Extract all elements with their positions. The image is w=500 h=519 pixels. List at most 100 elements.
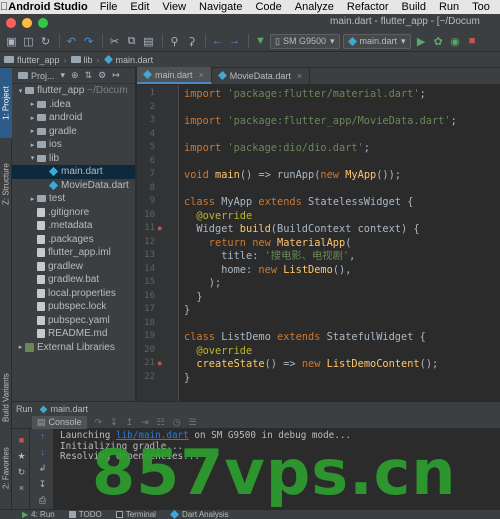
tree-item[interactable]: pubspec.yaml (12, 314, 135, 328)
stop-icon[interactable]: ■ (465, 34, 480, 49)
print-icon[interactable]: ⎙ (37, 495, 48, 506)
chevron-right-icon[interactable]: ▸ (16, 343, 25, 351)
override-gutter-icon[interactable]: ● (157, 358, 162, 368)
override-gutter-icon[interactable]: ● (157, 223, 162, 233)
step-over-icon[interactable]: ↷ (95, 417, 103, 428)
scroll-to-end-icon[interactable]: ↧ (37, 479, 48, 490)
breadcrumb-item-lib[interactable]: lib › (70, 55, 100, 65)
tree-item[interactable]: MovieData.dart (12, 179, 135, 193)
run-icon[interactable]: ▶ (414, 34, 429, 49)
debug-icon[interactable]: ✿ (431, 34, 446, 49)
soft-wrap-icon[interactable]: ↲ (37, 463, 48, 474)
paste-icon[interactable]: ▤ (141, 34, 156, 49)
chevron-down-icon[interactable]: ▾ (61, 70, 66, 81)
tree-item[interactable]: gradlew (12, 260, 135, 274)
tab-todo[interactable]: TODO (68, 510, 102, 519)
menu-navigate[interactable]: Navigate (199, 1, 242, 13)
find-icon[interactable]: ⚲ (167, 34, 182, 49)
coverage-icon[interactable]: ◉ (448, 34, 463, 49)
chevron-right-icon[interactable]: ▸ (28, 100, 37, 108)
tab-dart-analysis[interactable]: Dart Analysis (169, 510, 229, 519)
arrow-down-icon[interactable]: ↓ (37, 447, 48, 458)
tree-item[interactable]: ▸ android (12, 111, 135, 125)
tree-item[interactable]: .metadata (12, 219, 135, 233)
menu-view[interactable]: View (162, 1, 186, 13)
chevron-down-icon[interactable]: ▾ (28, 154, 37, 162)
breadcrumb-item-project[interactable]: flutter_app › (4, 55, 67, 65)
cut-icon[interactable]: ✂ (107, 34, 122, 49)
tree-item[interactable]: ▸ gradle (12, 125, 135, 139)
tree-item[interactable]: ▸ ios (12, 138, 135, 152)
copy-icon[interactable]: ⧉ (124, 34, 139, 49)
forward-icon[interactable]: → (227, 34, 242, 49)
pin-icon[interactable]: ★ (16, 451, 27, 462)
close-icon[interactable]: × (199, 70, 204, 80)
stop-icon[interactable]: ■ (16, 435, 27, 446)
close-icon[interactable]: × (297, 71, 302, 81)
clock-icon[interactable]: ◷ (173, 417, 181, 428)
menu-run[interactable]: Run (439, 1, 459, 13)
device-selector[interactable]: ▯ SM G9500 ▾ (270, 33, 340, 49)
gear-icon[interactable]: ⚙ (98, 70, 106, 81)
run-config-selector[interactable]: main.dart ▾ (342, 33, 411, 49)
close-window-icon[interactable] (6, 17, 16, 28)
tab-moviedata-dart[interactable]: MovieData.dart × (212, 67, 311, 84)
tab-structure[interactable]: Z: Structure (0, 144, 12, 224)
line-number-gutter[interactable]: 1 2 3 4 5 6 7 8 9 10 11 ● 12 13 14 15 16 17 18 19 20 21 ● 22 (137, 85, 179, 401)
tree-item[interactable]: pubspec.lock (12, 300, 135, 314)
breadcrumb-item-file[interactable]: main.dart (103, 55, 153, 65)
sync-icon[interactable]: ↻ (38, 34, 53, 49)
tree-item[interactable]: ▸ External Libraries (12, 341, 135, 355)
tab-console[interactable]: ▤ Console (32, 415, 87, 429)
save-all-icon[interactable]: ◫ (21, 34, 36, 49)
tab-main-dart[interactable]: main.dart × (137, 67, 212, 84)
step-out-icon[interactable]: ↥ (126, 417, 134, 428)
tree-item[interactable]: ▾ flutter_app ~/Docum (12, 84, 135, 98)
menu-file[interactable]: File (100, 1, 118, 13)
undo-icon[interactable]: ↶ (64, 34, 79, 49)
tree-item[interactable]: .packages (12, 233, 135, 247)
chevron-right-icon[interactable]: ▸ (28, 141, 37, 149)
chevron-right-icon[interactable]: ▸ (28, 127, 37, 135)
chevron-right-icon[interactable]: ▸ (28, 195, 37, 203)
arrow-up-icon[interactable]: ↑ (37, 431, 48, 442)
step-into-icon[interactable]: ↧ (110, 417, 118, 428)
tree-item[interactable]: ▾ lib (12, 152, 135, 166)
tree-item[interactable]: ▸ test (12, 192, 135, 206)
tree-item[interactable]: ▸ .idea (12, 98, 135, 112)
menu-edit[interactable]: Edit (130, 1, 149, 13)
replace-icon[interactable]: ⚳ (184, 34, 199, 49)
tab-project[interactable]: 1: Project (0, 68, 12, 138)
open-folder-icon[interactable]: ▣ (4, 34, 19, 49)
back-icon[interactable]: ← (210, 34, 225, 49)
menu-build[interactable]: Build (401, 1, 425, 13)
menu-analyze[interactable]: Analyze (295, 1, 334, 13)
tab-build-variants[interactable]: Build Variants (0, 368, 12, 428)
tree-item[interactable]: README.md (12, 327, 135, 341)
tab-run[interactable]: ▶ 4: Run (22, 510, 55, 519)
tab-terminal[interactable]: Terminal (115, 510, 156, 519)
target-icon[interactable]: ⊕ (71, 70, 79, 81)
list-icon[interactable]: ☰ (189, 417, 197, 428)
restart-icon[interactable]: ↻ (16, 467, 27, 478)
chevron-down-icon[interactable]: ▾ (16, 87, 25, 95)
evaluate-icon[interactable]: ☷ (157, 417, 165, 428)
apple-icon[interactable]:  (0, 1, 8, 13)
collapse-icon[interactable]: ⇅ (85, 70, 93, 81)
close-icon[interactable]: × (16, 483, 27, 494)
tree-item[interactable]: main.dart (12, 165, 135, 179)
tree-item[interactable]: .gitignore (12, 206, 135, 220)
project-view-selector[interactable]: Proj... (31, 71, 55, 81)
menu-too[interactable]: Too (472, 1, 490, 13)
minimize-window-icon[interactable] (22, 17, 32, 28)
code-editor[interactable]: 1 2 3 4 5 6 7 8 9 10 11 ● 12 13 14 15 16 17 18 19 20 21 ● 22 im… (137, 85, 500, 401)
menu-refactor[interactable]: Refactor (347, 1, 389, 13)
tab-favorites[interactable]: 2: Favorites (0, 438, 12, 498)
app-menu[interactable]: Android Studio (8, 1, 87, 13)
redo-icon[interactable]: ↷ (81, 34, 96, 49)
tree-item[interactable]: flutter_app.iml (12, 246, 135, 260)
run-config-label[interactable]: main.dart (51, 404, 89, 414)
chevron-right-icon[interactable]: ▸ (28, 114, 37, 122)
tree-item[interactable]: gradlew.bat (12, 273, 135, 287)
menu-code[interactable]: Code (255, 1, 281, 13)
